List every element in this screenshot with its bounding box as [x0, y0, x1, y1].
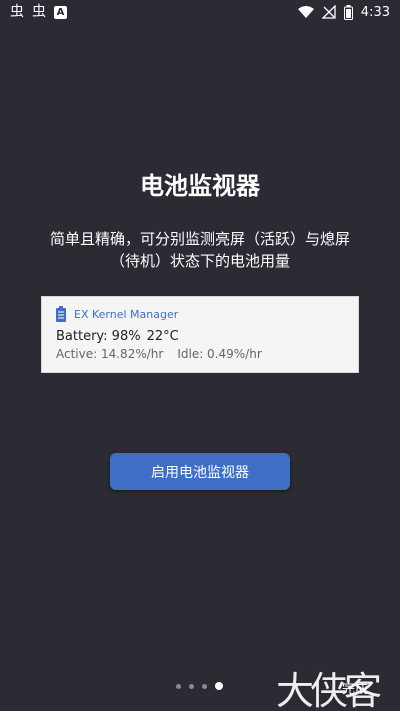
- notification-a-icon: A: [54, 5, 67, 19]
- status-bar: 虫 虫 A 4:33: [0, 0, 400, 24]
- card-battery-line: Battery: 98% 22°C: [56, 329, 344, 344]
- page-dot: [215, 682, 223, 690]
- signal-off-icon: [321, 5, 336, 19]
- page-dot: [176, 683, 181, 689]
- card-app-name: EX Kernel Manager: [74, 307, 179, 321]
- card-usage-line: Active: 14.82%/hr Idle: 0.49%/hr: [56, 347, 344, 361]
- wifi-icon: [297, 5, 314, 18]
- status-left: 虫 虫 A: [10, 5, 67, 19]
- battery-preview-card: EX Kernel Manager Battery: 98% 22°C Acti…: [41, 296, 359, 373]
- battery-temperature: 22°C: [146, 329, 179, 344]
- screen: 虫 虫 A 4:33 电池监视器 简单且精确，可分别监测亮屏（活跃）与熄屏（待机…: [0, 0, 400, 711]
- card-header: EX Kernel Manager: [56, 305, 344, 323]
- notification-glyph-2: 虫: [32, 4, 46, 20]
- battery-icon: [56, 306, 66, 322]
- enable-battery-monitor-button[interactable]: 启用电池监视器: [110, 453, 290, 490]
- active-usage: Active: 14.82%/hr: [56, 347, 164, 361]
- page-subtitle: 简单且精确，可分别监测亮屏（活跃）与熄屏（待机）状态下的电池用量: [49, 230, 350, 270]
- idle-usage: Idle: 0.49%/hr: [177, 347, 262, 361]
- page-title: 电池监视器: [140, 172, 260, 200]
- battery-icon: [343, 4, 353, 20]
- status-time: 4:33: [360, 4, 390, 20]
- done-button[interactable]: 完成: [330, 676, 380, 698]
- status-right: 4:33: [297, 4, 390, 20]
- page-dot: [189, 683, 194, 689]
- notification-glyph-1: 虫: [10, 4, 24, 20]
- battery-level: Battery: 98%: [56, 329, 141, 344]
- page-dot: [202, 683, 207, 689]
- page-indicator: [176, 682, 223, 690]
